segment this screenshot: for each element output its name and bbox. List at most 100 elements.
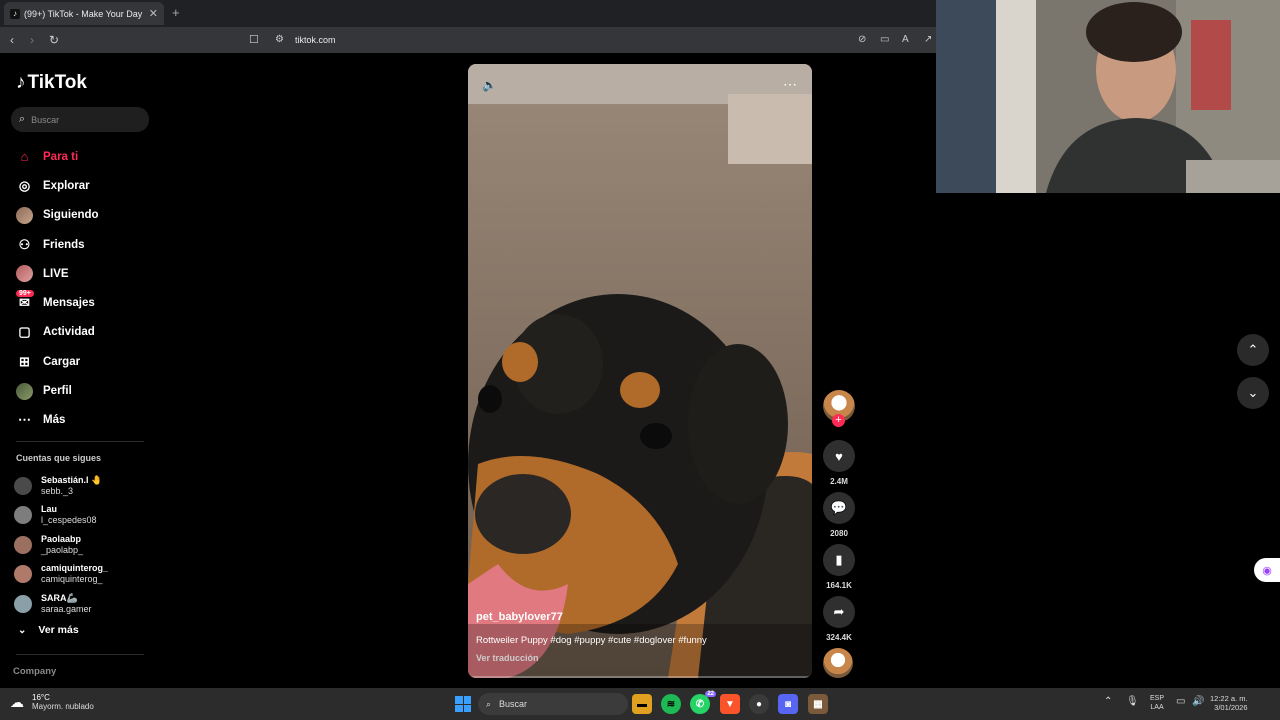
music-disc-avatar[interactable] <box>823 648 853 678</box>
weather-widget[interactable]: ☁ 16°C Mayorm. nublado <box>10 693 94 711</box>
sidebar-item-label: Mensajes <box>43 297 95 310</box>
spotify-icon[interactable]: ≋ <box>661 694 681 714</box>
avatar <box>14 565 32 584</box>
sidebar-item-label: Para ti <box>43 150 79 163</box>
tab-close-icon[interactable]: ✕ <box>149 7 158 20</box>
file-explorer-icon[interactable]: ▬ <box>632 694 652 714</box>
follow-plus-icon[interactable]: + <box>832 414 845 427</box>
company-link[interactable]: Company <box>13 666 56 677</box>
next-video-button[interactable]: ⌄ <box>1237 377 1269 409</box>
following-item[interactable]: camiquinterog_ camiquinterog_ <box>14 560 154 590</box>
video-player[interactable]: 🔈 ⋯ pet_babylover77 Rottweiler Puppy #do… <box>468 64 812 678</box>
chevron-down-icon: ⌄ <box>18 624 27 636</box>
screen: ♪ (99+) TikTok - Make Your Day ✕ + ‹ › ↻… <box>0 0 1280 720</box>
whatsapp-icon[interactable]: ✆ 22 <box>690 691 716 714</box>
divider <box>16 654 144 655</box>
like-count: 2.4M <box>830 477 848 486</box>
sidebar-item-label: Explorar <box>43 179 90 192</box>
sidebar-item-label: Perfil <box>43 385 72 398</box>
following-name: Sebastián.l 🤚 <box>41 474 103 485</box>
sidebar-item-cargar[interactable]: ⊞ Cargar <box>16 347 156 376</box>
network-icon[interactable]: ▭ <box>1176 696 1185 707</box>
no-camera-icon[interactable]: ⊘ <box>858 34 866 45</box>
github-icon[interactable]: ● <box>749 694 769 714</box>
avatar <box>14 535 32 554</box>
bookmark-icon[interactable]: ☐ <box>249 33 259 46</box>
translate-icon[interactable]: A <box>902 34 909 45</box>
sidebar-item-actividad[interactable]: ▢ Actividad <box>16 318 156 347</box>
following-name: SARA🦾 <box>41 592 78 603</box>
video-progress-bar[interactable] <box>468 676 812 678</box>
see-more-button[interactable]: ⌄ Ver más <box>18 624 79 636</box>
discord-icon[interactable]: ◙ <box>778 694 798 714</box>
reload-icon[interactable]: ↻ <box>49 33 59 47</box>
following-list: Sebastián.l 🤚 sebb._3 Lau l_cespedes08 Pao… <box>14 471 154 619</box>
floating-extension-icon[interactable]: ◉ <box>1254 558 1280 582</box>
sidebar-item-live[interactable]: LIVE <box>16 259 156 288</box>
following-handle: camiquinterog_ <box>41 574 103 585</box>
comment-button[interactable]: 💬 <box>823 492 855 524</box>
sidebar-item-para-ti[interactable]: ⌂ Para ti <box>16 142 156 171</box>
chevron-up-icon: ⌃ <box>1247 342 1259 357</box>
like-button[interactable]: ♥ <box>823 440 855 472</box>
new-tab-button[interactable]: + <box>172 5 180 20</box>
forward-icon[interactable]: › <box>30 33 34 47</box>
webcam-overlay <box>936 0 1280 193</box>
translate-link[interactable]: Ver traducción <box>476 653 539 663</box>
sidebar-item-label: Cargar <box>43 355 81 368</box>
messages-badge: 99+ <box>16 290 34 297</box>
following-item[interactable]: Sebastián.l 🤚 sebb._3 <box>14 471 154 501</box>
tab-title: (99+) TikTok - Make Your Day <box>24 8 143 19</box>
sidebar-item-mas[interactable]: ⋯ Más <box>16 406 156 435</box>
volume-icon[interactable]: 🔈 <box>482 78 497 92</box>
start-button[interactable] <box>455 696 471 712</box>
webcam-image <box>936 0 1280 193</box>
url-field[interactable]: tiktok.com <box>295 35 336 45</box>
share-button[interactable]: ➦ <box>823 596 855 628</box>
divider <box>16 441 144 442</box>
site-info-icon[interactable]: ⚙ <box>275 34 284 45</box>
following-handle: l_cespedes08 <box>41 515 97 526</box>
video-username[interactable]: pet_babylover77 <box>476 611 563 623</box>
language-indicator[interactable]: ESP LAA <box>1150 694 1164 712</box>
clock-date: 3/01/2026 <box>1214 703 1248 712</box>
minecraft-icon[interactable]: ▦ <box>808 694 828 714</box>
following-item[interactable]: Paolaabp _paolabp_ <box>14 530 154 560</box>
following-name: Paolaabp <box>41 533 82 544</box>
avatar <box>14 594 32 613</box>
clock[interactable]: 12:22 a. m. 3/01/2026 <box>1210 694 1248 712</box>
sidebar-item-label: Siguiendo <box>43 209 99 222</box>
sidebar-item-mensajes[interactable]: ✉ Mensajes <box>16 288 156 317</box>
sidebar-item-friends[interactable]: ⚇ Friends <box>16 230 156 259</box>
taskbar-search[interactable]: ⌕ Buscar <box>478 693 628 715</box>
save-count: 164.1K <box>826 581 852 590</box>
microphone-icon[interactable]: 🎙 <box>1126 696 1139 707</box>
sidebar-item-siguiendo[interactable]: Siguiendo <box>16 201 156 230</box>
cast-icon[interactable]: ▭ <box>880 34 889 45</box>
more-options-icon[interactable]: ⋯ <box>783 76 798 93</box>
volume-icon[interactable]: 🔊 <box>1192 696 1204 707</box>
search-box[interactable]: ⌕ <box>11 107 149 132</box>
previous-video-button[interactable]: ⌃ <box>1237 334 1269 366</box>
following-item[interactable]: Lau l_cespedes08 <box>14 501 154 531</box>
save-button[interactable]: ▮ <box>823 544 855 576</box>
tiktok-logo[interactable]: ♪ TikTok <box>16 72 87 94</box>
activity-icon: ▢ <box>18 324 31 340</box>
sidebar-item-perfil[interactable]: Perfil <box>16 376 156 405</box>
live-avatar <box>16 265 33 283</box>
following-item[interactable]: SARA🦾 saraa.gamer <box>14 589 154 619</box>
weather-temp: 16°C <box>32 693 50 702</box>
chevron-down-icon: ⌄ <box>1247 385 1259 400</box>
brave-icon[interactable]: ▼ <box>720 694 740 714</box>
browser-tab[interactable]: ♪ (99+) TikTok - Make Your Day ✕ <box>4 2 164 25</box>
tray-chevron-icon[interactable]: ⌃ <box>1104 696 1112 707</box>
cloud-icon: ☁ <box>10 693 24 710</box>
search-input[interactable] <box>31 114 132 125</box>
sidebar-item-label: LIVE <box>43 267 69 280</box>
taskbar-search-label: Buscar <box>499 699 528 709</box>
more-icon: ⋯ <box>18 412 31 428</box>
share-page-icon[interactable]: ↗ <box>924 34 932 45</box>
back-icon[interactable]: ‹ <box>10 33 14 47</box>
sidebar-item-explorar[interactable]: ◎ Explorar <box>16 171 156 200</box>
clock-time: 12:22 a. m. <box>1210 694 1248 703</box>
